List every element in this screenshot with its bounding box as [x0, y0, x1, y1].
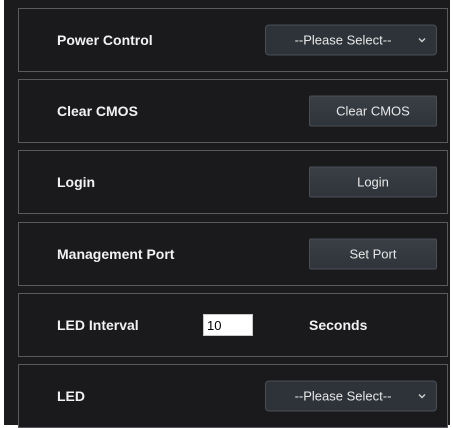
power-control-select-value: --Please Select-- — [294, 32, 392, 48]
led-select[interactable]: --Please Select-- — [265, 380, 437, 412]
clear-cmos-row: Clear CMOS Clear CMOS — [18, 79, 448, 143]
led-label: LED — [57, 388, 85, 404]
led-interval-input[interactable] — [203, 314, 253, 336]
set-port-button[interactable]: Set Port — [309, 238, 437, 270]
management-port-row: Management Port Set Port — [18, 222, 448, 286]
power-control-row: Power Control --Please Select-- — [18, 8, 448, 72]
led-interval-row: LED Interval Seconds — [18, 293, 448, 357]
chevron-down-icon — [414, 32, 430, 48]
settings-panel: Power Control --Please Select-- Clear CM… — [4, 0, 450, 428]
power-control-select[interactable]: --Please Select-- — [265, 24, 437, 56]
login-row: Login Login — [18, 150, 448, 214]
login-button[interactable]: Login — [309, 166, 437, 198]
led-select-value: --Please Select-- — [294, 388, 392, 404]
seconds-label: Seconds — [309, 317, 368, 333]
login-label: Login — [57, 174, 96, 190]
clear-cmos-button[interactable]: Clear CMOS — [309, 95, 437, 127]
management-port-label: Management Port — [57, 246, 175, 262]
power-control-label: Power Control — [57, 32, 153, 48]
chevron-down-icon — [414, 388, 430, 404]
led-interval-label: LED Interval — [57, 317, 139, 333]
clear-cmos-label: Clear CMOS — [57, 103, 138, 119]
led-row: LED --Please Select-- — [18, 364, 448, 428]
